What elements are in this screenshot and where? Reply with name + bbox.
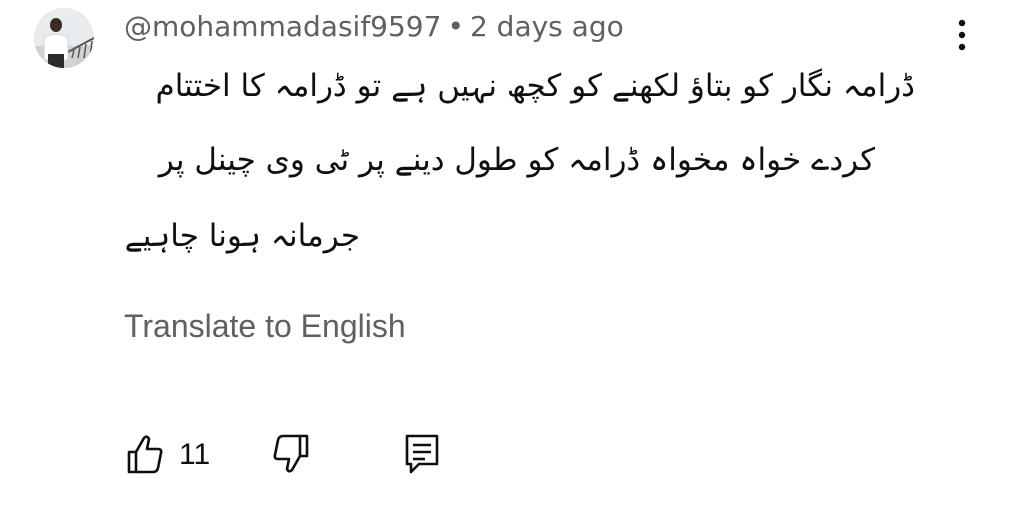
comment-text-line: جرمانہ ہونا چاہیے: [124, 218, 360, 254]
dislike-button[interactable]: [271, 432, 311, 480]
thumb-down-icon: [273, 434, 309, 473]
comment-text-line: کردے خواہ مخواہ ڈرامہ کو طول دینے پر ٹی …: [158, 142, 875, 178]
separator-dot: •: [447, 10, 464, 43]
comment-text-line: ڈرامہ نگار کو بتاؤ لکھنے کو کچھ نہیں ہے …: [155, 68, 915, 104]
comment-time: 2 days ago: [469, 10, 624, 43]
avatar[interactable]: [34, 8, 94, 68]
like-button[interactable]: [125, 432, 165, 480]
more-options-button[interactable]: [946, 14, 978, 56]
comment-header: @mohammadasif9597 • 2 days ago: [124, 6, 624, 48]
comment-card: @mohammadasif9597 • 2 days ago ڈرامہ نگار …: [0, 0, 1024, 514]
reply-button[interactable]: [403, 432, 443, 480]
comment-reply-icon: [405, 434, 439, 474]
thumb-up-icon: [127, 435, 163, 474]
more-vert-icon: [958, 19, 966, 51]
author-name[interactable]: @mohammadasif9597: [124, 10, 441, 43]
translate-button[interactable]: Translate to English: [124, 308, 406, 345]
like-count: 11: [179, 438, 211, 471]
